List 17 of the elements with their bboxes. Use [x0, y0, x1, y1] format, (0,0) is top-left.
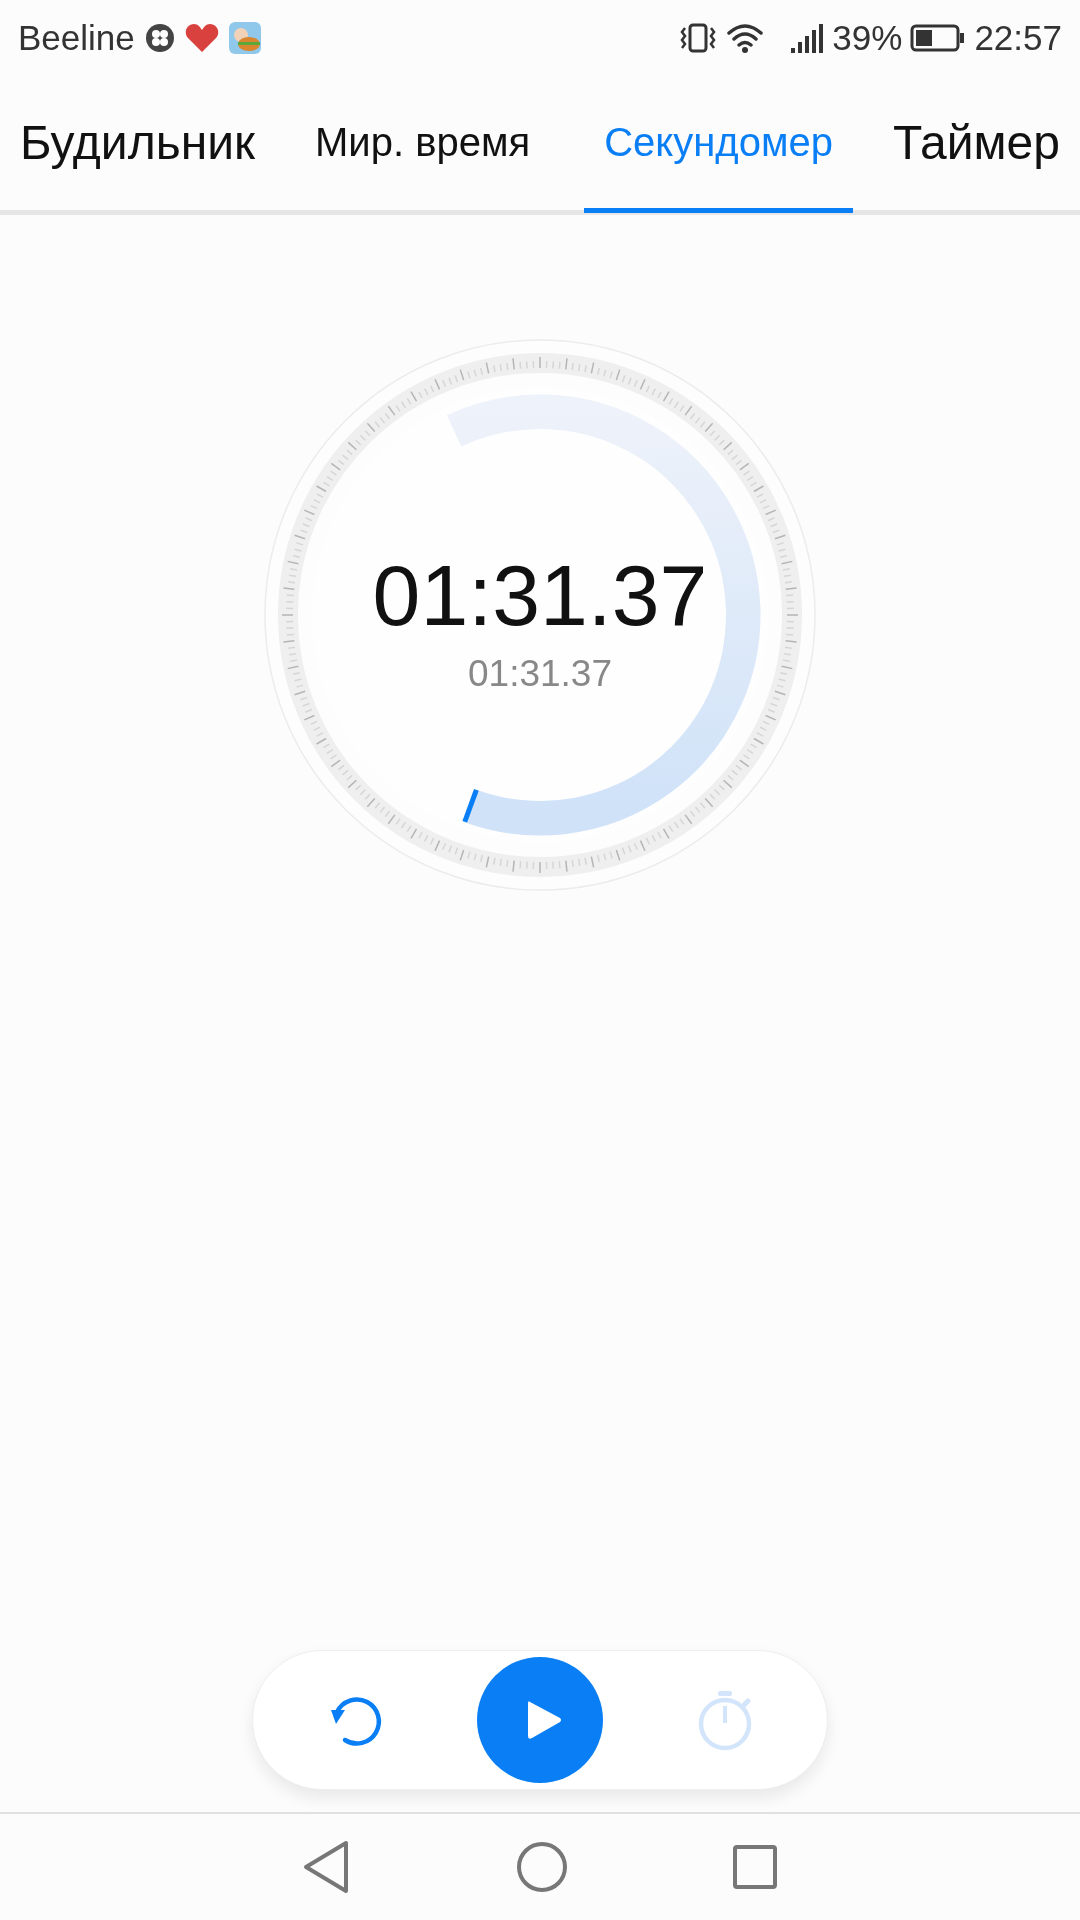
- clock-time: 22:57: [974, 17, 1062, 58]
- wifi-icon: [726, 22, 765, 53]
- tab[interactable]: Будильник: [14, 77, 261, 213]
- recents-icon[interactable]: [732, 1844, 778, 1890]
- home-icon[interactable]: [516, 1841, 568, 1893]
- carrier-name: Beeline: [18, 17, 135, 58]
- tab[interactable]: Секундомер: [584, 77, 853, 213]
- tab[interactable]: Мир. время: [295, 77, 551, 213]
- tab[interactable]: Таймер: [886, 77, 1066, 213]
- elapsed-time: 01:31.37: [372, 545, 708, 645]
- app-icon: [228, 21, 261, 54]
- clover-icon: [144, 22, 175, 53]
- battery-icon: [910, 23, 967, 52]
- signal-icon: [790, 21, 825, 54]
- heart-icon: [184, 22, 219, 53]
- lap-time: 01:31.37: [468, 652, 612, 695]
- battery-percent: 39%: [832, 17, 903, 58]
